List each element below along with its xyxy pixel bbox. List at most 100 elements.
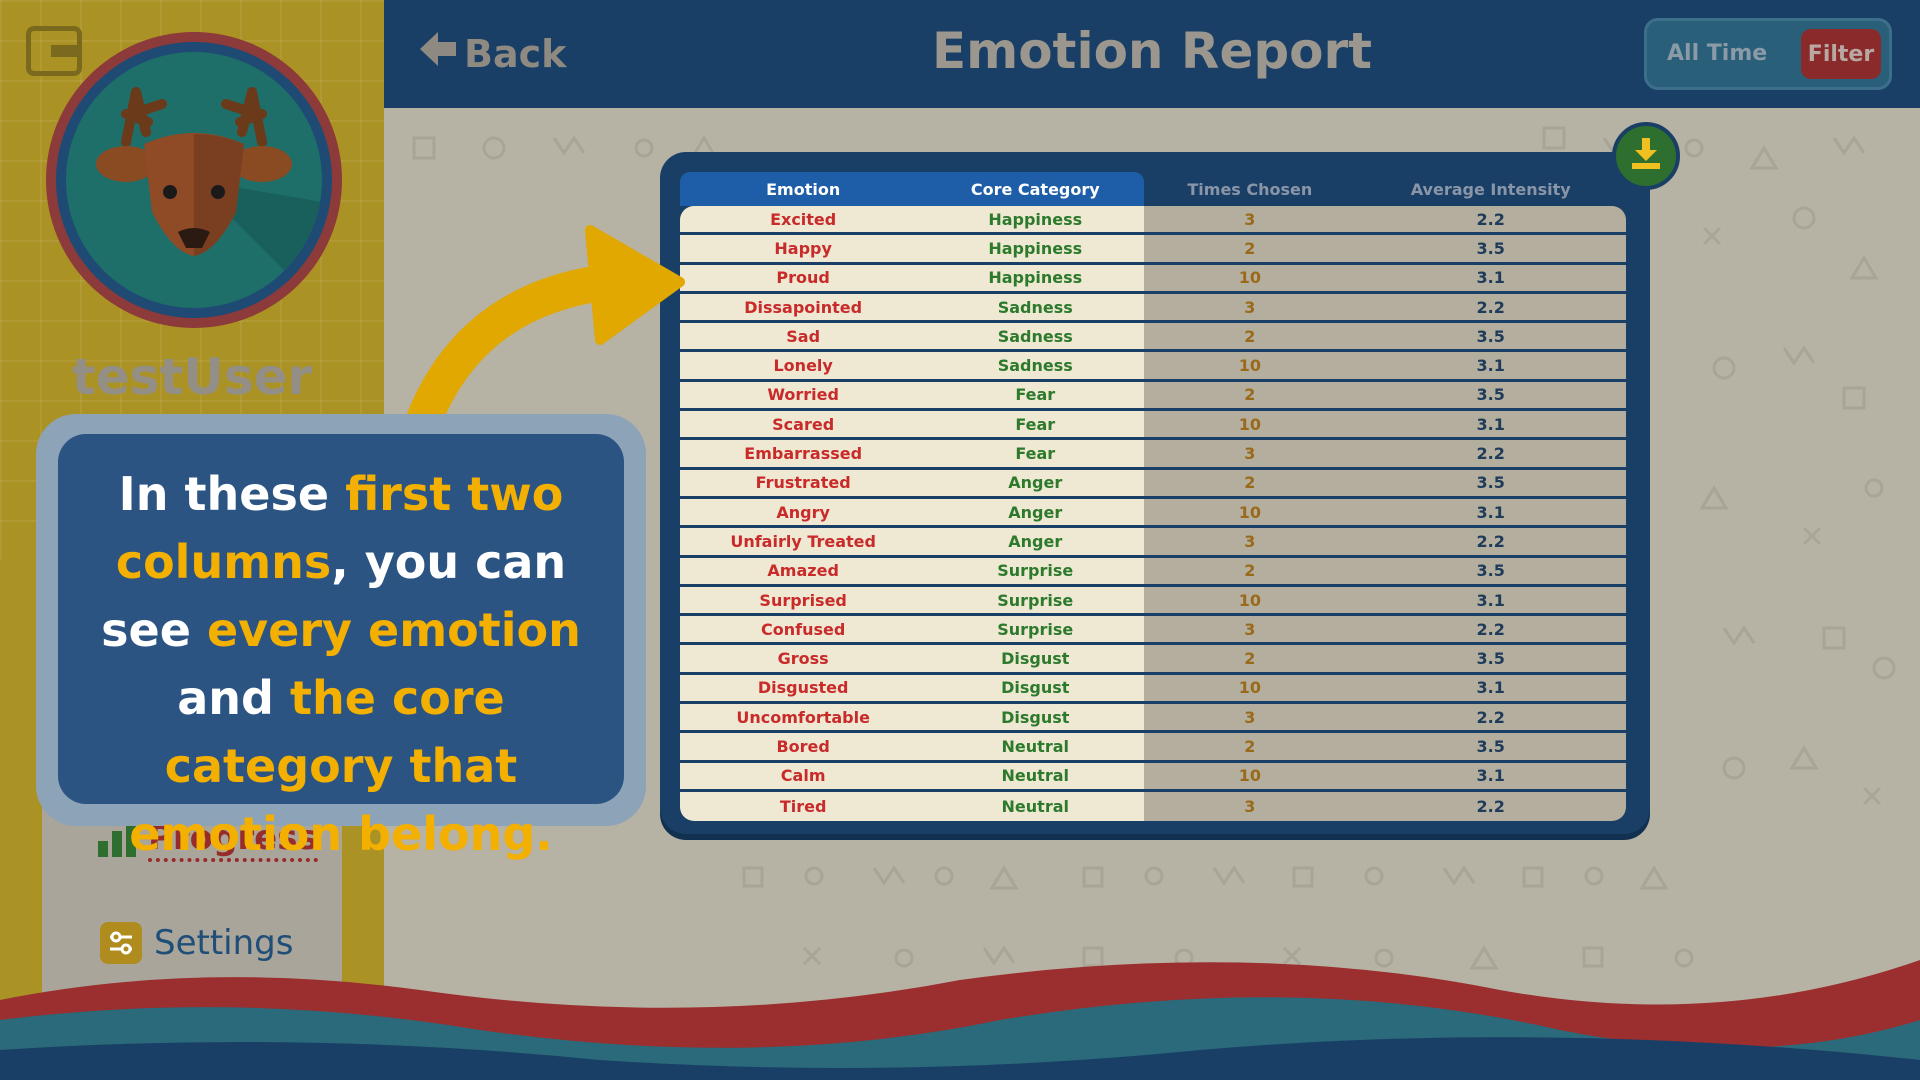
table-row: Excited Happiness 3 2.2 — [680, 206, 1626, 236]
cell-times-chosen: 3 — [1144, 704, 1356, 734]
emotion-report-table: Emotion Core Category Times Chosen Avera… — [680, 172, 1626, 822]
cell-emotion: Calm — [680, 762, 927, 792]
cell-times-chosen: 3 — [1144, 206, 1356, 236]
cell-average-intensity: 3.1 — [1355, 411, 1626, 441]
cell-times-chosen: 10 — [1144, 264, 1356, 294]
table-row: Uncomfortable Disgust 3 2.2 — [680, 704, 1626, 734]
cell-times-chosen: 2 — [1144, 235, 1356, 265]
cell-times-chosen: 10 — [1144, 762, 1356, 792]
cell-emotion: Sad — [680, 323, 927, 353]
cell-average-intensity: 2.2 — [1355, 616, 1626, 646]
table-row: Confused Surprise 3 2.2 — [680, 616, 1626, 646]
header: Back Emotion Report All Time Filter — [384, 0, 1920, 108]
cell-core-category: Happiness — [926, 206, 1145, 236]
cell-times-chosen: 3 — [1144, 791, 1356, 822]
cell-average-intensity: 3.1 — [1355, 674, 1626, 705]
cell-core-category: Sadness — [926, 352, 1145, 382]
cell-emotion: Worried — [680, 381, 927, 412]
emotion-report-table-card: Emotion Core Category Times Chosen Avera… — [660, 152, 1650, 834]
cell-emotion: Angry — [680, 498, 927, 529]
cell-average-intensity: 3.1 — [1355, 498, 1626, 529]
avatar[interactable] — [46, 32, 342, 328]
table-row: Surprised Surprise 10 3.1 — [680, 586, 1626, 617]
cell-emotion: Happy — [680, 235, 927, 265]
cell-times-chosen: 2 — [1144, 645, 1356, 675]
table-row: Bored Neutral 2 3.5 — [680, 733, 1626, 763]
deer-avatar-icon — [66, 52, 322, 308]
table-row: Calm Neutral 10 3.1 — [680, 762, 1626, 792]
cell-times-chosen: 10 — [1144, 411, 1356, 441]
cell-core-category: Disgust — [926, 674, 1145, 705]
username: testUser — [71, 348, 313, 406]
callout-arrow-icon — [402, 225, 685, 440]
cell-average-intensity: 2.2 — [1355, 206, 1626, 236]
cell-emotion: Confused — [680, 616, 927, 646]
table-row: Disgusted Disgust 10 3.1 — [680, 674, 1626, 705]
cell-average-intensity: 3.5 — [1355, 645, 1626, 675]
cell-emotion: Gross — [680, 645, 927, 675]
callout-text-segment: and — [177, 671, 290, 725]
cell-average-intensity: 2.2 — [1355, 791, 1626, 822]
column-header-emotion: Emotion — [680, 172, 927, 206]
table-row: Worried Fear 2 3.5 — [680, 381, 1626, 412]
time-range-filter[interactable]: All Time Filter — [1644, 18, 1892, 90]
cell-average-intensity: 3.1 — [1355, 586, 1626, 617]
cell-times-chosen: 3 — [1144, 293, 1356, 324]
filter-button[interactable]: Filter — [1801, 29, 1881, 79]
cell-core-category: Disgust — [926, 645, 1145, 675]
cell-emotion: Embarrassed — [680, 440, 927, 470]
cell-emotion: Tired — [680, 791, 927, 822]
table-row: Embarrassed Fear 3 2.2 — [680, 440, 1626, 470]
cell-average-intensity: 2.2 — [1355, 704, 1626, 734]
table-row: Tired Neutral 3 2.2 — [680, 791, 1626, 822]
cell-average-intensity: 3.5 — [1355, 235, 1626, 265]
cell-emotion: Uncomfortable — [680, 704, 927, 734]
table-row: Happy Happiness 2 3.5 — [680, 235, 1626, 265]
table-row: Scared Fear 10 3.1 — [680, 411, 1626, 441]
cell-core-category: Anger — [926, 528, 1145, 558]
logout-icon[interactable] — [26, 26, 82, 76]
cell-times-chosen: 10 — [1144, 352, 1356, 382]
table-row: Lonely Sadness 10 3.1 — [680, 352, 1626, 382]
cell-core-category: Fear — [926, 381, 1145, 412]
cell-average-intensity: 2.2 — [1355, 293, 1626, 324]
cell-times-chosen: 2 — [1144, 381, 1356, 412]
cell-average-intensity: 3.5 — [1355, 733, 1626, 763]
callout-highlight-text: every emotion — [206, 603, 581, 657]
download-button[interactable] — [1612, 122, 1680, 190]
cell-times-chosen: 3 — [1144, 616, 1356, 646]
cell-times-chosen: 2 — [1144, 469, 1356, 499]
table-row: Amazed Surprise 2 3.5 — [680, 557, 1626, 587]
cell-core-category: Neutral — [926, 733, 1145, 763]
cell-core-category: Anger — [926, 469, 1145, 499]
cell-times-chosen: 10 — [1144, 586, 1356, 617]
cell-emotion: Unfairly Treated — [680, 528, 927, 558]
cell-emotion: Disgusted — [680, 674, 927, 705]
callout-text-segment: In these — [118, 467, 346, 521]
cell-emotion: Lonely — [680, 352, 927, 382]
cell-emotion: Proud — [680, 264, 927, 294]
cell-times-chosen: 10 — [1144, 498, 1356, 529]
cell-times-chosen: 2 — [1144, 557, 1356, 587]
cell-core-category: Fear — [926, 411, 1145, 441]
cell-average-intensity: 2.2 — [1355, 440, 1626, 470]
time-range-label[interactable]: All Time — [1667, 41, 1767, 66]
cell-average-intensity: 3.5 — [1355, 469, 1626, 499]
cell-core-category: Happiness — [926, 264, 1145, 294]
cell-emotion: Dissapointed — [680, 293, 927, 324]
tutorial-callout-text: In these first two columns, you can see … — [78, 460, 604, 868]
cell-times-chosen: 3 — [1144, 528, 1356, 558]
table-row: Proud Happiness 10 3.1 — [680, 264, 1626, 294]
cell-emotion: Frustrated — [680, 469, 927, 499]
cell-core-category: Disgust — [926, 704, 1145, 734]
table-row: Dissapointed Sadness 3 2.2 — [680, 293, 1626, 324]
column-header-average-intensity: Average Intensity — [1410, 179, 1571, 199]
cell-core-category: Sadness — [926, 323, 1145, 353]
cell-core-category: Surprise — [926, 616, 1145, 646]
tutorial-callout-body: In these first two columns, you can see … — [58, 434, 624, 861]
cell-core-category: Surprise — [926, 586, 1145, 617]
table-row: Unfairly Treated Anger 3 2.2 — [680, 528, 1626, 558]
table-row: Sad Sadness 2 3.5 — [680, 323, 1626, 353]
cell-emotion: Scared — [680, 411, 927, 441]
cell-emotion: Excited — [680, 206, 927, 236]
